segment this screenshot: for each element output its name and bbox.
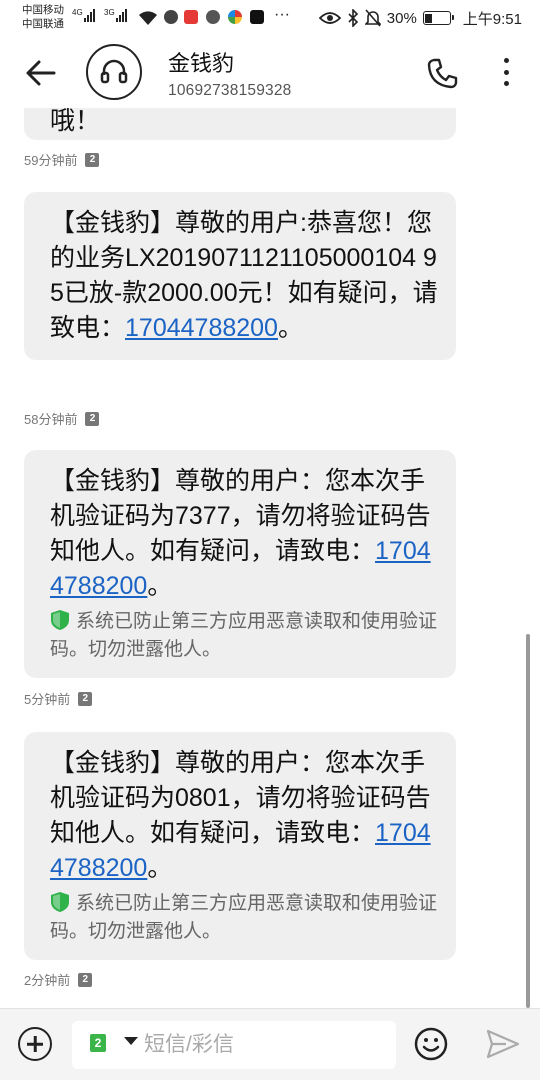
compose-bar: 2 1 — [0, 1008, 540, 1080]
sim-badge: 2 — [85, 152, 100, 167]
app-icon-4 — [228, 10, 242, 24]
message-end: 。 — [277, 314, 303, 342]
contact-number: 10692738159328 — [168, 82, 292, 99]
sim-badge: 2 — [78, 972, 93, 987]
wifi-icon — [139, 11, 157, 25]
timestamp-text: 58分钟前 — [24, 412, 78, 427]
message-text: 【金钱豹】尊敬的用户：您本次手机验证码为7377，请勿将验证码告知他人。如有疑问… — [50, 464, 438, 604]
message-end: 。 — [147, 572, 173, 600]
add-attachment-icon[interactable] — [18, 1027, 52, 1061]
security-notice-text: 系统已防止第三方应用恶意读取和使用验证码。切勿泄露他人。 — [50, 893, 438, 942]
phone-call-icon[interactable] — [426, 56, 460, 90]
message-bubble[interactable]: 【金钱豹】尊敬的用户:恭喜您！您的业务LX2019071121105000104… — [24, 192, 456, 360]
compose-field[interactable]: 2 1 — [72, 1021, 396, 1069]
timestamp-text: 2分钟前 — [24, 973, 71, 988]
carrier-1: 中国移动 — [22, 4, 64, 16]
message-body: 【金钱豹】尊敬的用户：您本次手机验证码为7377，请勿将验证码告知他人。如有疑问… — [50, 467, 431, 565]
carrier-labels: 中国移动 中国联通 — [22, 3, 64, 31]
clock: 上午9:51 — [462, 10, 522, 28]
carrier-2: 中国联通 — [22, 18, 64, 30]
security-notice-text: 系统已防止第三方应用恶意读取和使用验证码。切勿泄露他人。 — [50, 611, 438, 660]
sim-selector[interactable]: 2 1 — [90, 1034, 122, 1058]
message-timestamp: 2分钟前 2 — [24, 970, 93, 989]
headset-icon — [100, 59, 128, 84]
battery-fill — [425, 13, 433, 23]
timestamp-text: 59分钟前 — [24, 153, 78, 168]
security-notice: 系统已防止第三方应用恶意读取和使用验证码。切勿泄露他人。 — [50, 890, 438, 946]
mute-icon — [364, 9, 381, 27]
security-notice: 系统已防止第三方应用恶意读取和使用验证码。切勿泄露他人。 — [50, 608, 438, 664]
scrollbar[interactable] — [526, 634, 530, 1008]
sim-2-icon: 2 — [90, 1034, 106, 1052]
message-timestamp: 5分钟前 2 — [24, 689, 93, 708]
message-bubble[interactable]: 【金钱豹】尊敬的用户：您本次手机验证码为7377，请勿将验证码告知他人。如有疑问… — [24, 450, 456, 678]
send-icon[interactable] — [486, 1029, 520, 1059]
message-text: 【金钱豹】尊敬的用户:恭喜您！您的业务LX2019071121105000104… — [50, 206, 438, 346]
sim-badge: 2 — [85, 411, 100, 426]
sim-badge: 2 — [78, 691, 93, 706]
message-bubble[interactable]: 【金钱豹】尊敬的用户：您本次手机验证码为0801，请勿将验证码告知他人。如有疑问… — [24, 732, 456, 960]
message-timestamp: 59分钟前 2 — [24, 150, 100, 169]
message-bubble[interactable]: 哦！ — [24, 108, 456, 140]
network-type-1: 4G — [72, 8, 83, 17]
shield-icon — [51, 610, 69, 630]
contact-avatar[interactable] — [86, 44, 142, 100]
message-timestamp: 58分钟前 2 — [24, 409, 100, 428]
shield-icon — [51, 892, 69, 912]
timestamp-text: 5分钟前 — [24, 692, 71, 707]
status-bar: 中国移动 中国联通 4G 3G ··· 30% 上午9:51 — [0, 0, 540, 36]
message-list[interactable]: 哦！ 59分钟前 2 【金钱豹】尊敬的用户:恭喜您！您的业务LX20190711… — [0, 108, 540, 1008]
message-input[interactable] — [144, 1029, 384, 1061]
status-right: 30% 上午9:51 — [318, 6, 522, 30]
contact-name: 金钱豹 — [168, 51, 235, 76]
network-type-2: 3G — [104, 8, 115, 17]
battery-icon — [422, 11, 454, 25]
emoji-icon[interactable] — [414, 1027, 448, 1061]
message-text: 【金钱豹】尊敬的用户：您本次手机验证码为0801，请勿将验证码告知他人。如有疑问… — [50, 746, 438, 886]
app-icon-2 — [184, 10, 198, 24]
message-body: 【金钱豹】尊敬的用户：您本次手机验证码为0801，请勿将验证码告知他人。如有疑问… — [50, 749, 431, 847]
bluetooth-icon — [348, 9, 358, 27]
app-icon-3 — [206, 10, 220, 24]
app-icon-1 — [164, 10, 178, 24]
signal-icon: 4G — [72, 8, 95, 26]
message-end: 。 — [147, 854, 173, 882]
battery-percent: 30% — [386, 9, 417, 27]
more-options-icon[interactable] — [496, 54, 516, 90]
conversation-header: 金钱豹 10692738159328 — [0, 36, 540, 108]
signal-icon-2: 3G — [104, 8, 127, 26]
more-notifications-icon: ··· — [274, 6, 290, 23]
chevron-down-icon[interactable] — [124, 1037, 138, 1045]
tiktok-icon — [250, 10, 264, 24]
eye-icon — [318, 12, 341, 24]
phone-link[interactable]: 17044788200 — [125, 314, 278, 342]
back-arrow-icon[interactable] — [24, 56, 58, 90]
message-text: 哦！ — [50, 108, 101, 135]
